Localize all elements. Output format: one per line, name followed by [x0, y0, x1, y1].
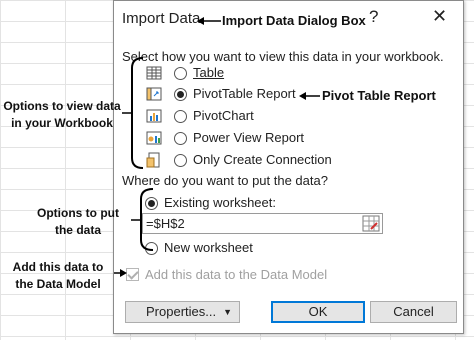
annotation-put-options-line2: the data	[54, 223, 101, 237]
annotation-data-model-line1: Add this data to	[12, 260, 104, 274]
annotation-dialog-box: Import Data Dialog Box	[222, 13, 366, 28]
annotation-put-options: Options to put the data	[28, 205, 128, 239]
annotation-data-model: Add this data to the Data Model	[4, 259, 112, 293]
annotation-view-options-line1: Options to view data	[3, 99, 121, 113]
annotation-view-options: Options to view data in your Workbook	[0, 98, 124, 132]
annotation-data-model-line2: the Data Model	[15, 277, 101, 291]
annotation-pivot-table-report: Pivot Table Report	[322, 88, 436, 103]
annotation-put-options-line1: Options to put	[37, 206, 119, 220]
annotation-view-options-line2: in your Workbook	[11, 116, 113, 130]
